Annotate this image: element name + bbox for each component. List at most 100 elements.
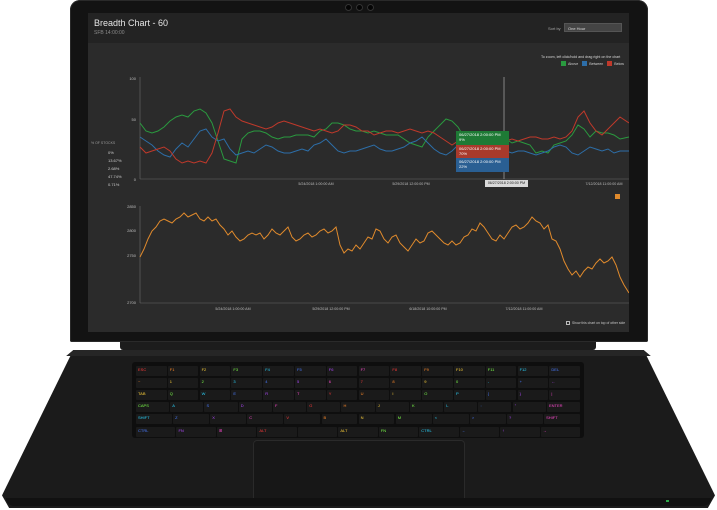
key-label: CAPS: [138, 403, 149, 409]
keyboard-key[interactable]: ENTER: [546, 402, 580, 413]
keyboard-key[interactable]: |: [549, 390, 580, 401]
keyboard-key[interactable]: F8: [390, 366, 421, 376]
keyboard-key[interactable]: J: [375, 402, 409, 413]
keyboard-key[interactable]: K: [409, 402, 443, 413]
keyboard-key[interactable]: Z: [173, 414, 209, 425]
keyboard-key[interactable]: SHIFT: [544, 414, 580, 425]
keyboard-key[interactable]: F1: [167, 366, 199, 376]
keyboard-key[interactable]: 0: [454, 378, 485, 389]
keyboard-key[interactable]: FN: [176, 426, 216, 437]
trackpad[interactable]: [253, 440, 465, 502]
keyboard-key[interactable]: L: [444, 402, 478, 413]
keyboard-key[interactable]: Q: [167, 390, 199, 401]
keyboard-key[interactable]: R: [263, 390, 294, 401]
keyboard-key[interactable]: F2: [199, 366, 231, 376]
keyboard-key[interactable]: +: [517, 378, 549, 389]
keyboard-key[interactable]: [297, 426, 338, 437]
keyboard-key[interactable]: 9: [422, 378, 453, 389]
keyboard-key[interactable]: >: [469, 414, 506, 425]
keyboard-key[interactable]: F7: [358, 366, 390, 376]
keyboard-key[interactable]: CTRL: [419, 426, 459, 437]
keyboard-key[interactable]: E: [231, 390, 262, 401]
keyboard-key[interactable]: FN: [378, 426, 419, 437]
keyboard-key[interactable]: CAPS: [136, 402, 170, 413]
key-label: ESC: [138, 367, 147, 372]
upper-x-tick: 7/12/2018 11:00:00 AM: [586, 182, 623, 186]
keyboard-key[interactable]: 5: [295, 378, 326, 389]
keyboard-key[interactable]: ⊞: [216, 426, 257, 437]
keyboard-key[interactable]: ": [512, 402, 546, 413]
key-label: →: [542, 427, 547, 433]
keyboard-key[interactable]: ESC: [136, 366, 167, 376]
keyboard-key[interactable]: ←: [459, 426, 500, 437]
keyboard-key[interactable]: 1: [167, 378, 199, 389]
keyboard-key[interactable]: }: [517, 390, 549, 401]
keyboard-key[interactable]: ?: [507, 414, 543, 425]
keyboard-key[interactable]: D: [238, 402, 272, 413]
show-on-top-option[interactable]: Show this chart on top of other side: [566, 321, 625, 325]
key-label: 5: [297, 379, 300, 385]
keyboard-key[interactable]: 4: [263, 378, 294, 389]
keyboard-key[interactable]: P: [454, 390, 485, 401]
key-label: I: [392, 391, 394, 397]
keyboard-key[interactable]: →: [540, 426, 580, 437]
keyboard-key[interactable]: SHIFT: [136, 414, 172, 425]
keyboard-key[interactable]: 8: [390, 378, 421, 389]
keyboard-key[interactable]: ↑: [500, 426, 540, 437]
show-on-top-checkbox[interactable]: [566, 321, 570, 325]
keyboard-key[interactable]: Y: [326, 390, 358, 401]
keyboard-key[interactable]: F3: [231, 366, 262, 376]
keyboard-key[interactable]: B: [321, 414, 358, 425]
keyboard-key[interactable]: TAB: [136, 390, 167, 401]
keyboard-key[interactable]: U: [358, 390, 390, 401]
keyboard-key[interactable]: O: [422, 390, 453, 401]
key-label: L: [446, 403, 449, 409]
line-above: [139, 108, 629, 164]
keyboard-key[interactable]: N: [358, 414, 395, 425]
keyboard-key[interactable]: G: [307, 402, 341, 413]
keyboard-key[interactable]: F5: [295, 366, 326, 376]
keyboard-key[interactable]: I: [390, 390, 421, 401]
keyboard-key[interactable]: A: [170, 402, 204, 413]
keyboard-key[interactable]: F10: [454, 366, 485, 376]
keyboard-key[interactable]: {: [485, 390, 517, 401]
keyboard-key[interactable]: F11: [485, 366, 517, 376]
keyboard-key[interactable]: <: [432, 414, 469, 425]
keyboard-key[interactable]: CTRL: [136, 426, 176, 437]
keyboard-key[interactable]: -: [485, 378, 517, 389]
key-label: J: [377, 403, 380, 409]
keyboard-key[interactable]: DEL: [549, 366, 580, 376]
keyboard-key[interactable]: 3: [231, 378, 262, 389]
keyboard[interactable]: ESC F1 F2 F3 F4 F5 F6 F7 F8 F9 F10 F11 F12 DEL ~1 2 3 4 5 6…: [132, 362, 584, 438]
keyboard-key[interactable]: F9: [422, 366, 453, 376]
key-label: >: [471, 415, 475, 421]
key-label: ⊞: [218, 427, 223, 433]
keyboard-key[interactable]: 6: [326, 378, 358, 389]
tooltip-between: 06/27/2018 2:00:00 PM 22%: [456, 158, 509, 172]
keyboard-key[interactable]: ←: [549, 378, 580, 389]
keyboard-key[interactable]: V: [284, 414, 321, 425]
key-label: <: [434, 415, 438, 421]
keyboard-key[interactable]: :: [478, 402, 512, 413]
keyboard-key[interactable]: 7: [358, 378, 390, 389]
laptop-front-edge: [6, 498, 711, 506]
keyboard-key[interactable]: C: [247, 414, 284, 425]
keyboard-key[interactable]: 2: [199, 378, 231, 389]
keyboard-key[interactable]: W: [199, 390, 231, 401]
keyboard-key[interactable]: F12: [517, 366, 549, 376]
upper-chart[interactable]: 100 50 0 5/24/2018 1:00:00 AM 5/29/2018 …: [88, 13, 629, 332]
keyboard-key[interactable]: ALT: [338, 426, 378, 437]
keyboard-key[interactable]: F: [272, 402, 307, 413]
keyboard-key[interactable]: ~: [136, 378, 167, 389]
lower-y-tick: 2700: [127, 300, 137, 305]
keyboard-key[interactable]: H: [341, 402, 375, 413]
keyboard-key[interactable]: F6: [326, 366, 358, 376]
keyboard-key[interactable]: F4: [263, 366, 294, 376]
keyboard-key[interactable]: S: [204, 402, 238, 413]
keyboard-key[interactable]: X: [210, 414, 247, 425]
key-label: 1: [169, 379, 173, 385]
keyboard-key[interactable]: ALT: [257, 426, 297, 437]
keyboard-key[interactable]: M: [395, 414, 432, 425]
key-label: R: [265, 391, 269, 397]
keyboard-key[interactable]: T: [295, 390, 326, 401]
